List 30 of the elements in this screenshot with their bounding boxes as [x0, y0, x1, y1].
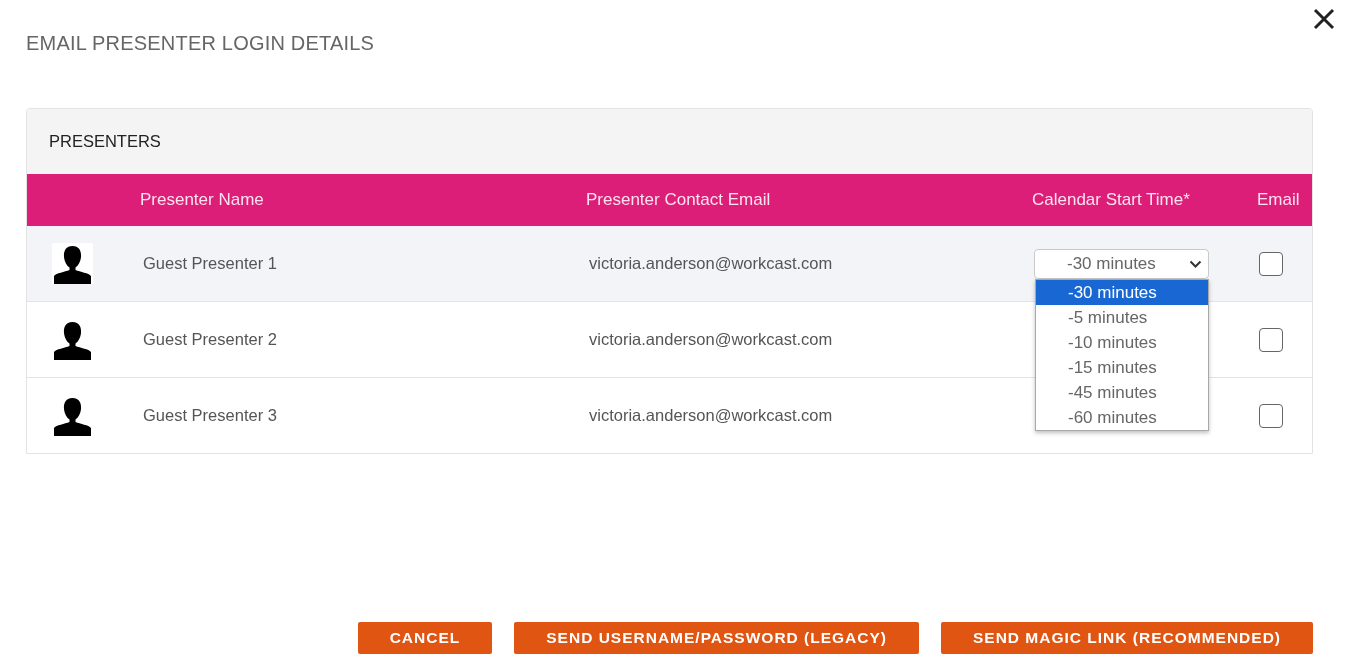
email-checkbox[interactable] [1259, 251, 1283, 276]
caret-icon [1189, 259, 1202, 268]
presenter-email: victoria.anderson@workcast.com [588, 254, 834, 273]
email-checkbox[interactable] [1259, 403, 1283, 428]
dropdown-option[interactable]: -15 minutes [1036, 354, 1208, 380]
action-button[interactable]: SEND USERNAME/PASSWORD (LEGACY) [514, 622, 919, 654]
dropdown-option[interactable]: -30 minutes [1036, 279, 1208, 305]
start-time-dropdown[interactable]: -30 minutes [1034, 248, 1209, 279]
dropdown-option[interactable]: -60 minutes [1036, 404, 1208, 430]
presenter-name: Guest Presenter 1 [142, 254, 278, 273]
action-button[interactable]: SEND MAGIC LINK (RECOMMENDED) [941, 622, 1313, 654]
close-icon[interactable] [1313, 8, 1335, 30]
dropdown-option[interactable]: -10 minutes [1036, 329, 1208, 355]
dropdown-option[interactable]: -45 minutes [1036, 379, 1208, 405]
dialog-title: EMAIL PRESENTER LOGIN DETAILS [26, 32, 375, 55]
column-header: Email [1257, 190, 1301, 210]
column-header: Presenter Contact Email [586, 190, 772, 210]
email-checkbox[interactable] [1259, 327, 1283, 352]
panel-title: PRESENTERS [27, 109, 1312, 174]
avatar-icon [52, 243, 93, 284]
presenter-email: victoria.anderson@workcast.com [588, 406, 834, 425]
column-header: Presenter Name [140, 190, 265, 210]
avatar-icon [52, 319, 93, 360]
presenter-name: Guest Presenter 2 [142, 330, 278, 349]
presenter-name: Guest Presenter 3 [142, 406, 278, 425]
presenter-email: victoria.anderson@workcast.com [588, 330, 834, 349]
action-button[interactable]: CANCEL [357, 622, 493, 654]
dropdown-option[interactable]: -5 minutes [1036, 304, 1208, 330]
column-header: Calendar Start Time* [1032, 190, 1191, 210]
avatar-icon [52, 395, 93, 436]
